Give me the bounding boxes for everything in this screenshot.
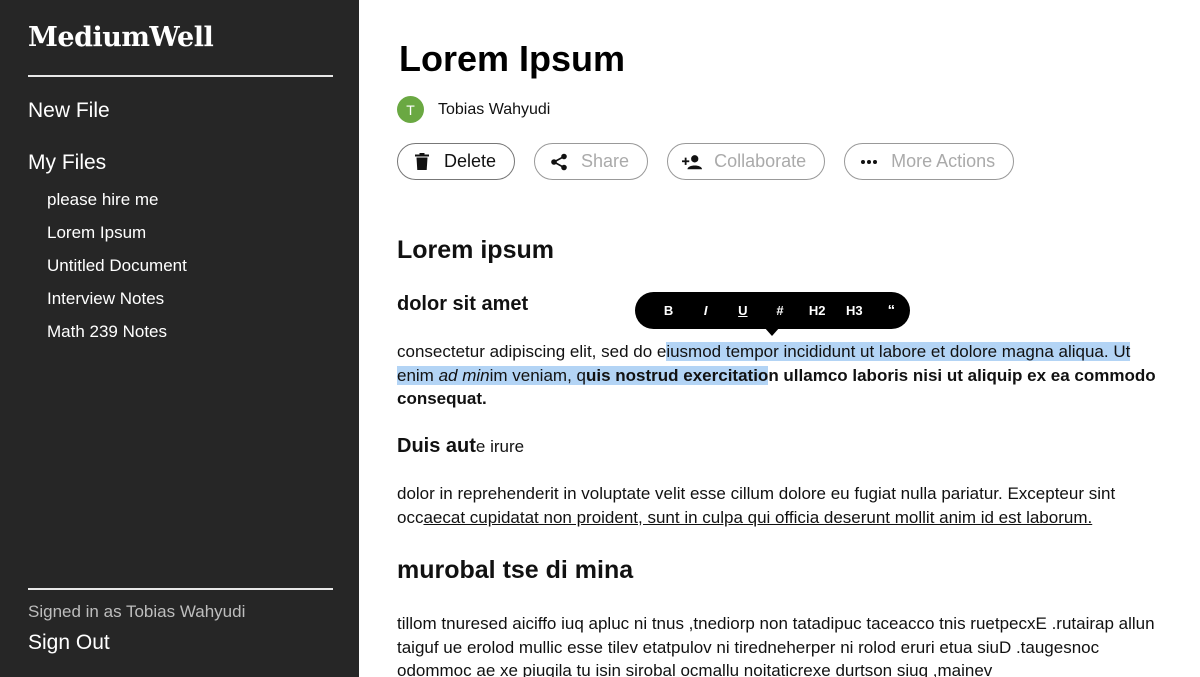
h3-format-button[interactable]: H3 bbox=[836, 303, 873, 318]
p1-text-a: consectetur adipiscing elit, sed do e bbox=[397, 342, 667, 361]
heading-duis-aute[interactable]: Duis aute irure bbox=[397, 435, 524, 458]
avatar: T bbox=[397, 96, 424, 123]
my-files-heading: My Files bbox=[28, 151, 107, 174]
file-item-math-239-notes[interactable]: Math 239 Notes bbox=[47, 321, 187, 354]
author-name: Tobias Wahyudi bbox=[438, 100, 551, 118]
more-dots-icon bbox=[859, 152, 879, 172]
sidebar-divider-top bbox=[28, 75, 333, 77]
p2-underlined-text: aecat cupidatat non proident, sunt in cu… bbox=[423, 507, 1093, 527]
delete-button[interactable]: Delete bbox=[397, 143, 516, 180]
document-pane: Lorem Ipsum T Tobias Wahyudi Delete Shar… bbox=[359, 0, 1200, 677]
file-item-untitled-document[interactable]: Untitled Document bbox=[47, 255, 187, 288]
trash-icon bbox=[412, 152, 432, 172]
collaborate-button-label: Collaborate bbox=[714, 151, 807, 171]
new-file-link[interactable]: New File bbox=[28, 99, 110, 123]
file-list: please hire me Lorem Ipsum Untitled Docu… bbox=[47, 189, 187, 354]
file-item-lorem-ipsum[interactable]: Lorem Ipsum bbox=[47, 222, 187, 255]
heading-hash-button[interactable]: # bbox=[761, 303, 798, 318]
sidebar: MediumWell New File My Files please hire… bbox=[0, 0, 359, 677]
paragraph-1[interactable]: consectetur adipiscing elit, sed do eius… bbox=[397, 340, 1157, 411]
h2-format-button[interactable]: H2 bbox=[799, 303, 836, 318]
italic-format-button[interactable]: I bbox=[687, 303, 724, 318]
signed-in-label: Signed in as Tobias Wahyudi bbox=[28, 602, 246, 621]
p1-selected-bold: uis nostrud exercitatio bbox=[585, 365, 769, 385]
heading-murobal[interactable]: murobal tse di mina bbox=[397, 556, 633, 585]
quote-format-button[interactable]: “ bbox=[873, 302, 910, 319]
sidebar-divider-bottom bbox=[28, 588, 333, 590]
bold-format-button[interactable]: B bbox=[650, 303, 687, 318]
duis-bold: Duis aut bbox=[397, 435, 476, 457]
delete-button-label: Delete bbox=[444, 151, 497, 171]
share-button-label: Share bbox=[581, 151, 630, 171]
more-actions-button-label: More Actions bbox=[891, 151, 996, 171]
p1-selected-text-2: im veniam, q bbox=[489, 365, 586, 385]
p1-selected-italic: ad min bbox=[438, 365, 490, 385]
author-info: T Tobias Wahyudi bbox=[397, 96, 550, 123]
more-actions-button[interactable]: More Actions bbox=[844, 143, 1015, 180]
document-title[interactable]: Lorem Ipsum bbox=[399, 38, 625, 80]
file-item-interview-notes[interactable]: Interview Notes bbox=[47, 288, 187, 321]
sign-out-link[interactable]: Sign Out bbox=[28, 631, 110, 655]
share-button[interactable]: Share bbox=[534, 143, 649, 180]
add-person-icon bbox=[682, 152, 703, 172]
duis-rest: e irure bbox=[475, 437, 525, 456]
file-item-please-hire-me[interactable]: please hire me bbox=[47, 189, 187, 222]
collaborate-button[interactable]: Collaborate bbox=[667, 143, 826, 180]
format-toolbar: B I U # H2 H3 “ bbox=[635, 292, 910, 329]
heading-dolor-sit-amet[interactable]: dolor sit amet bbox=[397, 293, 528, 316]
underline-format-button[interactable]: U bbox=[724, 303, 761, 318]
paragraph-3[interactable]: tillom tnuresed aiciffo iuq apluc ni tnu… bbox=[397, 612, 1157, 677]
action-bar: Delete Share Collaborate More Actions bbox=[397, 143, 1015, 180]
paragraph-2[interactable]: dolor in reprehenderit in voluptate veli… bbox=[397, 482, 1157, 529]
brand-logo[interactable]: MediumWell bbox=[28, 22, 214, 53]
share-icon bbox=[549, 152, 569, 172]
heading-lorem-ipsum[interactable]: Lorem ipsum bbox=[397, 236, 554, 265]
